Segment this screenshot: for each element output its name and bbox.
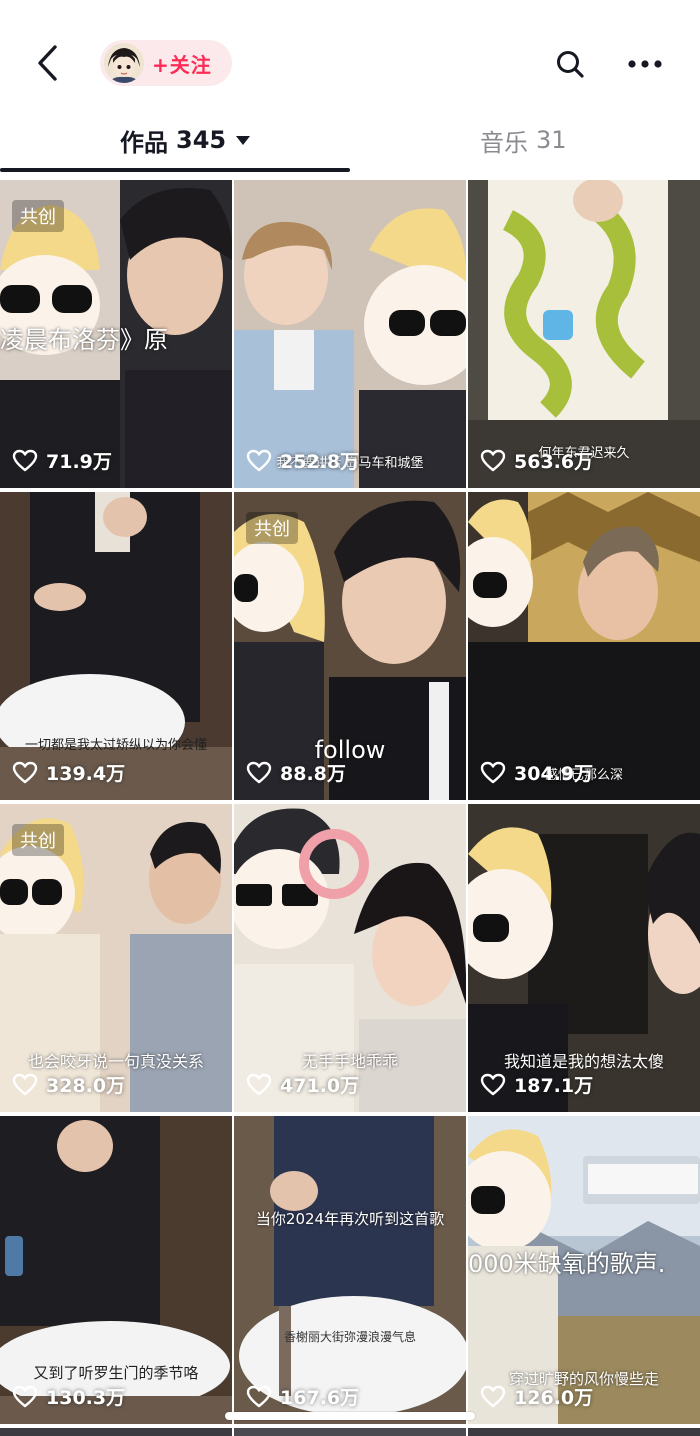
video-tile[interactable]: 一切都是我太过矫纵以为你会懂 139.4万 [0,492,232,800]
video-thumbnail [234,1116,466,1424]
video-tile-partial[interactable] [0,1428,232,1436]
video-tile[interactable]: 也会咬牙说一句真没关系 共创 328.0万 [0,804,232,1112]
like-count: 252.8万 [246,447,359,474]
more-dots-icon [628,60,662,68]
video-tile[interactable]: 000米缺氧的歌声. 穿过旷野的风你慢些走 126.0万 [468,1116,700,1424]
heart-outline-icon [12,1385,38,1407]
video-caption: 无手手地乖乖 [301,1052,398,1071]
like-count: 88.8万 [246,759,346,786]
video-tile[interactable]: 感情已那么深 304.9万 [468,492,700,800]
heart-outline-icon [480,1073,506,1095]
tab-music-label: 音乐 [480,128,528,157]
tab-works-label: 作品 [120,128,168,157]
like-count-value: 167.6万 [280,1387,360,1409]
video-caption: 也会咬牙说一句真没关系 [27,1052,204,1071]
like-count-value: 252.8万 [280,451,360,473]
video-tile[interactable]: 凌晨布洛芬》原 共创 71.9万 [0,180,232,488]
tab-music-count: 31 [536,126,567,154]
like-count-value: 187.1万 [514,1075,594,1097]
video-tile[interactable]: 我知道是我的想法太傻 187.1万 [468,804,700,1112]
video-caption: 又到了听罗生门的季节咯 [33,1364,199,1382]
profile-tabs: 作品 345 音乐 31 [0,112,700,178]
like-count: 304.9万 [480,759,593,786]
search-button[interactable] [548,42,592,86]
more-button[interactable] [622,42,668,86]
like-count-value: 563.6万 [514,451,594,473]
tab-works-count: 345 [176,126,227,154]
active-tab-indicator [0,168,350,172]
video-tile[interactable]: 我不要讲话 岛马车和城堡 252.8万 [234,180,466,488]
heart-outline-icon [246,449,272,471]
heart-outline-icon [480,449,506,471]
like-count: 167.6万 [246,1383,359,1410]
like-count-value: 328.0万 [46,1075,126,1097]
heart-outline-icon [246,1073,272,1095]
video-thumbnail [468,492,700,800]
caret-down-icon[interactable] [236,135,251,145]
video-thumbnail [234,180,466,488]
video-tile[interactable]: 又到了听罗生门的季节咯 130.3万 [0,1116,232,1424]
video-caption: 我知道是我的想法太傻 [503,1052,664,1071]
like-count-value: 130.3万 [46,1387,126,1409]
home-indicator [225,1412,475,1420]
like-count: 471.0万 [246,1071,359,1098]
back-button[interactable] [26,38,70,88]
like-count-value: 139.4万 [46,763,126,785]
video-caption: 一切都是我太过矫纵以为你会懂 [24,738,207,753]
like-count-value: 71.9万 [46,451,112,473]
heart-outline-icon [12,1073,38,1095]
like-count-value: 471.0万 [280,1075,360,1097]
follow-label: +关注 [152,52,212,77]
video-tile-partial[interactable] [234,1428,466,1436]
chevron-left-icon [38,45,57,81]
tab-music[interactable]: 音乐 31 [480,120,567,160]
video-tile[interactable]: 何年东君迟来久 563.6万 [468,180,700,488]
collab-badge: 共创 [12,824,64,856]
video-caption: 000米缺氧的歌声. [468,1250,666,1278]
video-grid: 凌晨布洛芬》原 共创 71.9万 我不要讲话 岛马车和城堡 252.8万 何年东… [0,180,700,1436]
like-count-value: 126.0万 [514,1387,594,1409]
like-count: 187.1万 [480,1071,593,1098]
like-count: 126.0万 [480,1383,593,1410]
video-tile[interactable]: follow 共创 88.8万 [234,492,466,800]
follow-button[interactable]: +关注 [100,40,232,86]
video-tile-partial[interactable] [468,1428,700,1436]
avatar[interactable] [104,43,144,83]
collab-badge: 共创 [246,512,298,544]
search-icon [557,51,584,78]
like-count: 71.9万 [12,447,112,474]
heart-outline-icon [12,761,38,783]
heart-outline-icon [246,761,272,783]
video-tile[interactable]: 当你2024年再次听到这首歌 香榭丽大街弥漫浪漫气息 167.6万 [234,1116,466,1424]
heart-outline-icon [246,1385,272,1407]
collab-badge: 共创 [12,200,64,232]
video-thumbnail [0,492,232,800]
like-count-value: 304.9万 [514,763,594,785]
tab-works[interactable]: 作品 345 [120,120,251,160]
like-count: 139.4万 [12,759,125,786]
heart-outline-icon [12,449,38,471]
video-tile[interactable]: 无手手地乖乖 471.0万 [234,804,466,1112]
like-count-value: 88.8万 [280,763,346,785]
top-bar: +关注 [0,0,700,112]
like-count: 130.3万 [12,1383,125,1410]
heart-outline-icon [480,761,506,783]
heart-outline-icon [480,1385,506,1407]
like-count: 563.6万 [480,447,593,474]
video-caption: 当你2024年再次听到这首歌 [255,1210,445,1228]
like-count: 328.0万 [12,1071,125,1098]
video-caption-secondary: 香榭丽大街弥漫浪漫气息 [283,1330,416,1344]
video-caption: 凌晨布洛芬》原 [0,326,168,354]
